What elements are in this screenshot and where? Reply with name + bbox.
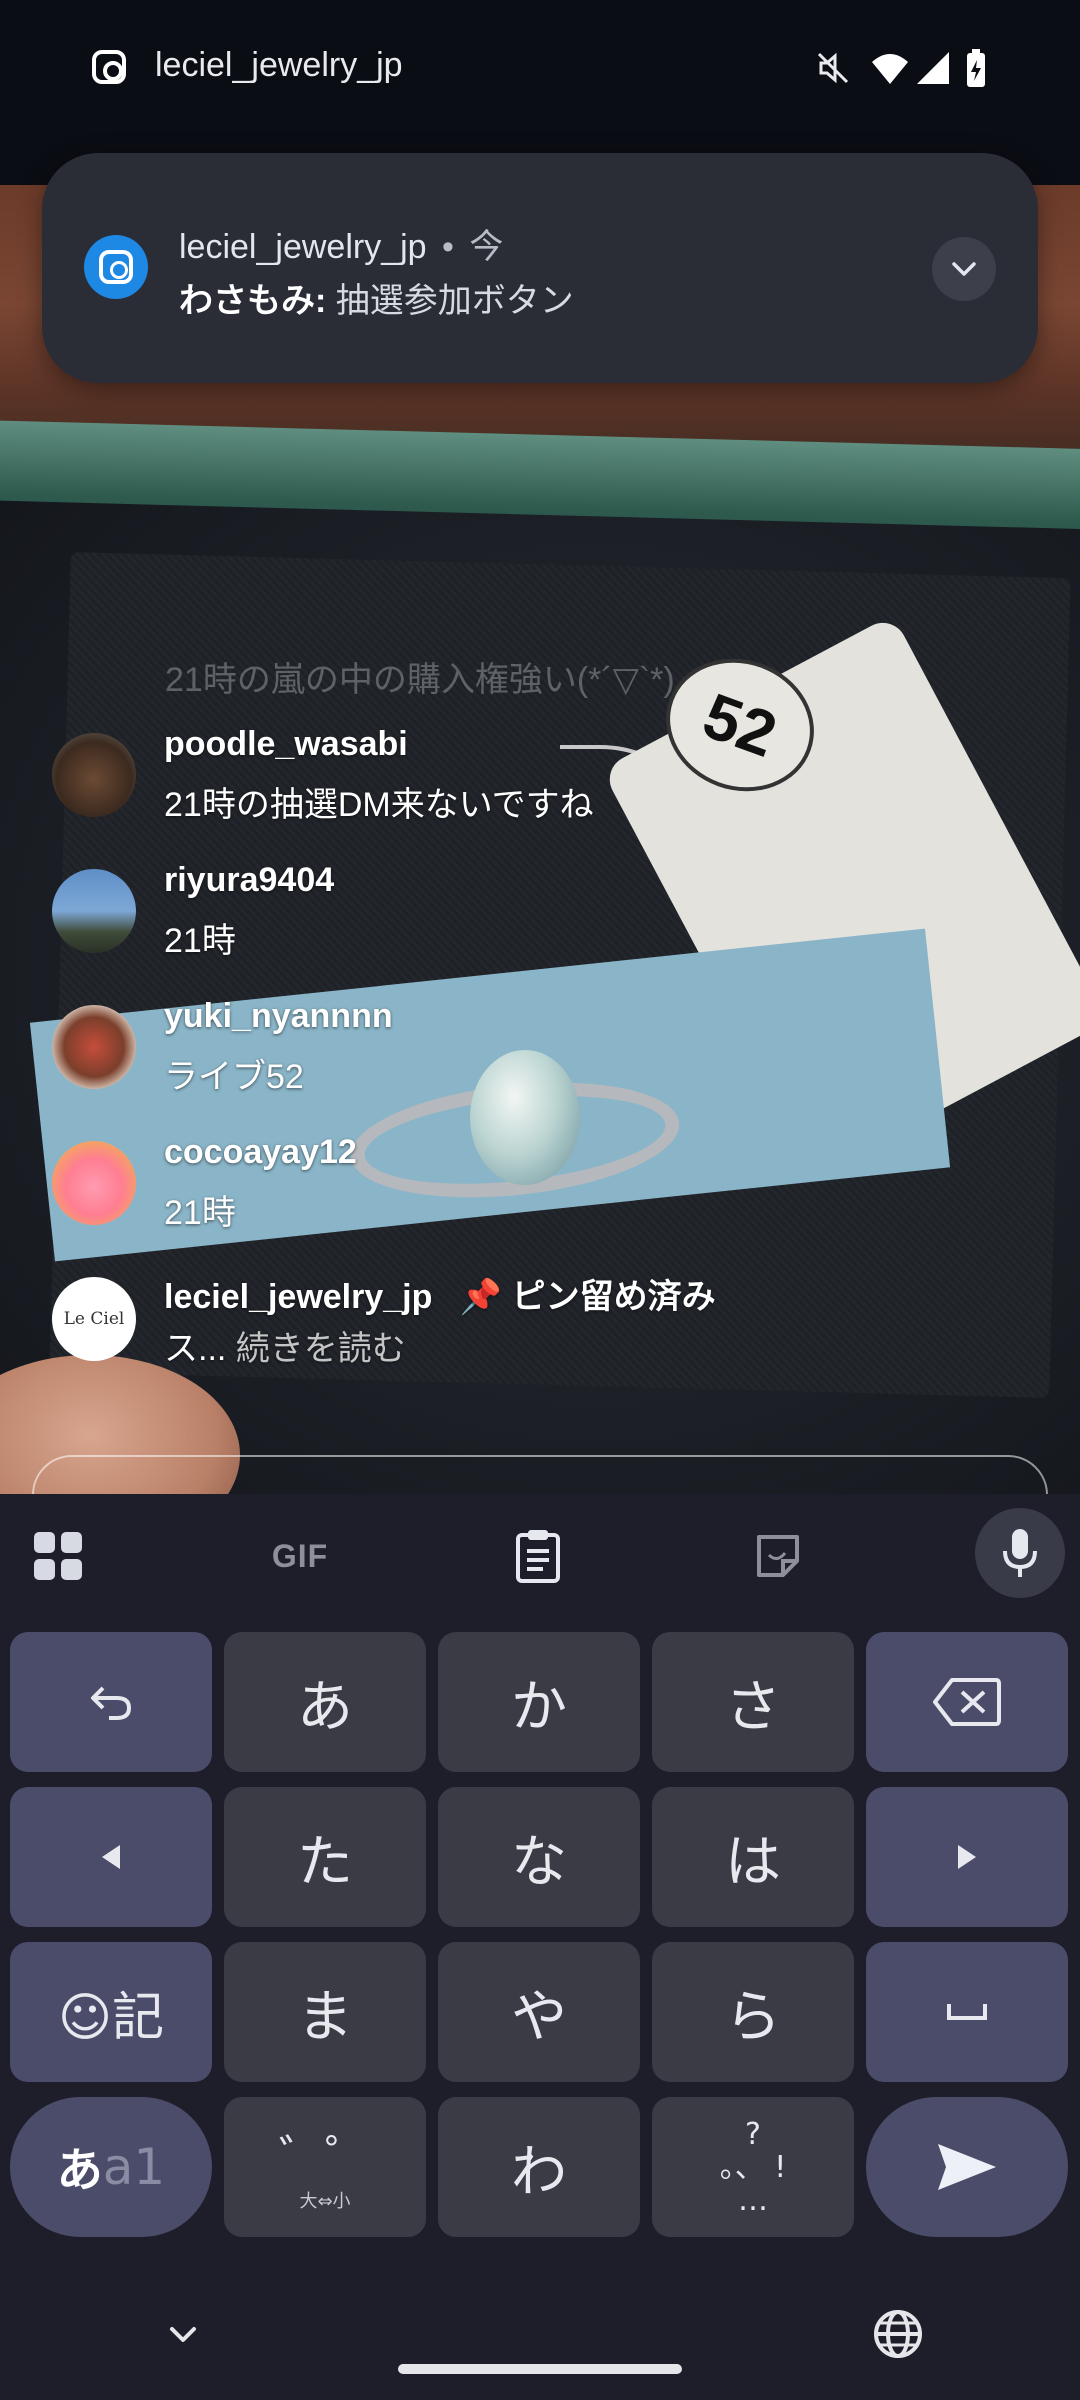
- punctuation-key[interactable]: ? 。、 ! …: [652, 2097, 854, 2237]
- notification-sender: わさもみ:: [179, 282, 327, 320]
- signal-icon: [917, 52, 949, 84]
- avatar-logo-text: Le Ciel: [63, 1309, 125, 1329]
- clipboard-icon: [516, 1530, 560, 1583]
- punct-mid: 。、 !: [719, 2149, 787, 2185]
- punct-top: ?: [745, 2116, 761, 2152]
- notification-separator: •: [442, 228, 454, 266]
- battery-icon: [967, 49, 985, 87]
- keyboard: GIF あ か さ た な は ☺記 ま や ら あ a1 ゛゜ 大⇔小 わ ?…: [0, 1494, 1080, 2400]
- notification-app-icon: [84, 235, 148, 299]
- key-ra[interactable]: ら: [652, 1942, 854, 2082]
- input-mode-key[interactable]: あ a1: [10, 2097, 212, 2237]
- space-key[interactable]: [866, 1942, 1068, 2082]
- notification-app: leciel_jewelry_jp: [179, 228, 427, 266]
- key-wa[interactable]: わ: [438, 2097, 640, 2237]
- read-more-link[interactable]: 続きを読む: [236, 1330, 406, 1368]
- comment-username[interactable]: leciel_jewelry_jp: [164, 1278, 432, 1316]
- mode-primary: あ: [56, 2143, 103, 2197]
- gif-button[interactable]: GIF: [262, 1524, 338, 1588]
- dakuten-sub-label: 大⇔小: [299, 2191, 351, 2212]
- clipboard-button[interactable]: [510, 1524, 566, 1588]
- avatar[interactable]: [52, 1005, 136, 1089]
- instagram-icon: [92, 50, 126, 84]
- comment-item: cocoayay12 21時: [52, 1133, 1032, 1253]
- avatar[interactable]: [52, 869, 136, 953]
- sticker-icon: [757, 1535, 799, 1577]
- key-ya[interactable]: や: [438, 1942, 640, 2082]
- notification-time: 今: [469, 228, 504, 266]
- notification-message: 抽選参加ボタン: [335, 282, 574, 320]
- notification-card[interactable]: leciel_jewelry_jp • 今 わさもみ: 抽選参加ボタン: [42, 153, 1038, 383]
- status-app-name: leciel_jewelry_jp: [155, 46, 403, 84]
- status-bar: leciel_jewelry_jp: [0, 0, 1080, 135]
- pinned-comment-header: leciel_jewelry_jp 📌 ピン留め済み: [164, 1269, 716, 1318]
- backspace-key[interactable]: [866, 1632, 1068, 1772]
- sticker-button[interactable]: [750, 1524, 806, 1588]
- pinned-comment[interactable]: Le Ciel leciel_jewelry_jp 📌 ピン留め済み ス... …: [52, 1269, 1032, 1389]
- cursor-right-key[interactable]: [866, 1787, 1068, 1927]
- chevron-down-icon: [952, 262, 976, 276]
- comment-item: poodle_wasabi 21時の抽選DM来ないですね: [52, 725, 1032, 845]
- comment-username[interactable]: yuki_nyannnn: [164, 997, 393, 1036]
- voice-input-button[interactable]: [975, 1508, 1065, 1598]
- apps-grid-button[interactable]: [30, 1524, 86, 1588]
- cursor-left-key[interactable]: [10, 1787, 212, 1927]
- mode-secondary: a1: [102, 2138, 166, 2196]
- avatar[interactable]: [52, 1141, 136, 1225]
- comment-item: yuki_nyannnn ライブ52: [52, 997, 1032, 1117]
- undo-icon: [91, 1686, 132, 1720]
- pinned-label: ピン留め済み: [511, 1278, 716, 1316]
- undo-key[interactable]: [10, 1632, 212, 1772]
- dakuten-label: ゛゜: [279, 2130, 371, 2184]
- key-ka[interactable]: か: [438, 1632, 640, 1772]
- faded-comment: 21時の嵐の中の購入権強い(*´▽`*): [165, 661, 675, 699]
- key-a[interactable]: あ: [224, 1632, 426, 1772]
- chevron-down-icon[interactable]: [160, 2312, 206, 2358]
- home-gesture-handle[interactable]: [398, 2364, 682, 2374]
- comment-text: 21時の抽選DM来ないですね: [164, 786, 594, 824]
- arrow-right-icon: [958, 1845, 976, 1869]
- emoji-symbol-key[interactable]: ☺記: [10, 1942, 212, 2082]
- notification-expand-button[interactable]: [932, 237, 996, 301]
- notification-header: leciel_jewelry_jp • 今: [179, 219, 503, 268]
- comment-username[interactable]: cocoayay12: [164, 1133, 357, 1172]
- mute-icon: [817, 52, 849, 84]
- key-ha[interactable]: は: [652, 1787, 854, 1927]
- key-ta[interactable]: た: [224, 1787, 426, 1927]
- punct-bottom: …: [738, 2182, 768, 2218]
- arrow-left-icon: [102, 1845, 120, 1869]
- notification-body: わさもみ: 抽選参加ボタン: [179, 273, 574, 322]
- comment-text: 21時: [164, 922, 236, 960]
- pinned-comment-body: ス... 続きを読む: [164, 1321, 406, 1370]
- comment-item: riyura9404 21時: [52, 861, 1032, 981]
- key-ma[interactable]: ま: [224, 1942, 426, 2082]
- avatar[interactable]: [52, 733, 136, 817]
- comment-username[interactable]: poodle_wasabi: [164, 725, 408, 764]
- comment-text: ス...: [164, 1330, 227, 1368]
- keyboard-toolbar: GIF: [0, 1494, 1080, 1614]
- send-icon: [938, 2144, 996, 2190]
- space-icon: [947, 2004, 987, 2020]
- wifi-icon: [872, 54, 908, 84]
- apps-grid-icon: [34, 1532, 82, 1580]
- dakuten-key[interactable]: ゛゜ 大⇔小: [224, 2097, 426, 2237]
- comment-text: ライブ52: [164, 1058, 304, 1096]
- live-comments: 21時の嵐の中の購入権強い(*´▽`*) poodle_wasabi 21時の抽…: [0, 640, 1080, 1380]
- send-key[interactable]: [866, 2097, 1068, 2237]
- key-na[interactable]: な: [438, 1787, 640, 1927]
- comment-username[interactable]: riyura9404: [164, 861, 334, 900]
- comment-text: 21時: [164, 1194, 236, 1232]
- globe-icon[interactable]: [872, 2308, 924, 2360]
- pin-icon: 📌: [459, 1278, 503, 1316]
- navigation-bar: [0, 2290, 1080, 2400]
- key-sa[interactable]: さ: [652, 1632, 854, 1772]
- instagram-icon: [99, 250, 133, 284]
- avatar[interactable]: Le Ciel: [52, 1277, 136, 1361]
- backspace-icon: [933, 1678, 1001, 1726]
- microphone-icon: [1003, 1529, 1037, 1577]
